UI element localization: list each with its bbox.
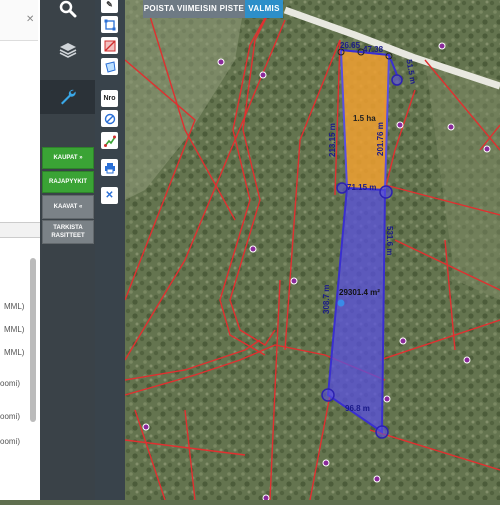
tarkista-rasitteet-button[interactable]: TARKISTA RASITTEET <box>42 220 94 244</box>
scrollbar[interactable] <box>30 258 36 422</box>
select-tool-button[interactable] <box>101 16 118 33</box>
poi-marker <box>463 356 471 364</box>
poi-marker <box>217 58 225 66</box>
vertex-handle[interactable] <box>375 425 389 439</box>
search-button[interactable] <box>40 0 95 26</box>
tool-column: ✎ Nro ✕ <box>95 0 125 500</box>
list-item[interactable]: oomi) <box>0 412 20 421</box>
select-box-icon <box>104 19 115 30</box>
vertex-handle[interactable] <box>336 182 348 194</box>
route-tool-button[interactable] <box>101 132 118 149</box>
split-tool-button[interactable] <box>101 37 118 54</box>
measure-left-upper: 213.15 m <box>328 123 337 157</box>
poi-marker <box>262 494 270 502</box>
left-panel: ✕ MML) MML) MML) oomi) oomi) oomi) <box>0 0 41 500</box>
measure-bottom: 96.8 m <box>345 404 370 413</box>
nro-tool-button[interactable]: Nro <box>101 90 118 107</box>
area-blue-label: 29301.4 m² <box>339 288 380 297</box>
measure-left-lower: 308.7 m <box>322 285 331 314</box>
rajapyykit-button[interactable]: RAJAPYYKIT <box>42 171 94 193</box>
measure-middle: 71.15 m <box>347 183 376 192</box>
done-button[interactable]: VALMIS <box>245 0 283 18</box>
print-tool-button[interactable] <box>101 159 118 176</box>
close-icon: ✕ <box>105 190 114 201</box>
wrench-icon <box>60 89 76 105</box>
poi-marker <box>259 71 267 79</box>
poi-marker <box>383 395 391 403</box>
print-icon <box>104 162 115 173</box>
poi-marker <box>373 475 381 483</box>
pencil-icon: ✎ <box>106 0 113 9</box>
vertex-handle[interactable] <box>391 74 403 86</box>
polygon-tool-button[interactable] <box>101 58 118 75</box>
clear-tool-button[interactable] <box>101 110 118 127</box>
location-marker[interactable] <box>337 299 345 307</box>
tools-button[interactable] <box>40 80 95 114</box>
polygon-icon <box>104 60 116 73</box>
poi-marker <box>290 277 298 285</box>
poi-marker <box>322 459 330 467</box>
measure-top-right: 47.38 <box>363 45 384 54</box>
vertex-handle[interactable] <box>321 388 335 402</box>
measure-right-lower: 531.6 m <box>385 226 394 255</box>
list-item[interactable]: MML) <box>4 325 24 334</box>
area-orange-label: 1.5 ha <box>353 114 376 123</box>
list-item[interactable]: oomi) <box>0 379 20 388</box>
measure-right-upper: 201.76 m <box>376 122 385 156</box>
search-icon <box>59 0 76 18</box>
search-field[interactable]: ✕ <box>0 0 38 41</box>
poi-marker <box>438 42 446 50</box>
poi-marker <box>249 245 257 253</box>
measure-top-left: 26.65 <box>340 41 361 50</box>
layers-button[interactable] <box>40 33 95 67</box>
kaavat-button[interactable]: KAAVAT « <box>42 195 94 219</box>
list-item[interactable]: oomi) <box>0 437 20 446</box>
circle-slash-icon <box>104 113 115 124</box>
remove-last-point-button[interactable]: POISTA VIIMEISIN PISTE <box>143 0 245 18</box>
split-icon <box>104 40 115 51</box>
poi-marker <box>142 423 150 431</box>
close-tool-button[interactable]: ✕ <box>101 187 118 204</box>
route-icon <box>103 135 116 147</box>
edit-tool-button[interactable]: ✎ <box>101 0 118 13</box>
kaupat-button[interactable]: KAUPAT » <box>42 147 94 169</box>
close-icon[interactable]: ✕ <box>26 14 34 25</box>
panel-divider <box>0 222 40 238</box>
poi-marker <box>483 145 491 153</box>
nav-column: KAUPAT » RAJAPYYKIT KAAVAT « TARKISTA RA… <box>40 0 95 500</box>
poi-marker <box>396 121 404 129</box>
poi-marker <box>447 123 455 131</box>
list-item[interactable]: MML) <box>4 302 24 311</box>
map-canvas[interactable]: 26.65 47.38 51.5 m 213.15 m 201.76 m 1.5… <box>124 0 500 502</box>
layers-icon <box>59 43 76 58</box>
list-item[interactable]: MML) <box>4 348 24 357</box>
map-view[interactable]: 26.65 47.38 51.5 m 213.15 m 201.76 m 1.5… <box>124 0 500 502</box>
vertex-handle[interactable] <box>379 185 393 199</box>
poi-marker <box>399 337 407 345</box>
